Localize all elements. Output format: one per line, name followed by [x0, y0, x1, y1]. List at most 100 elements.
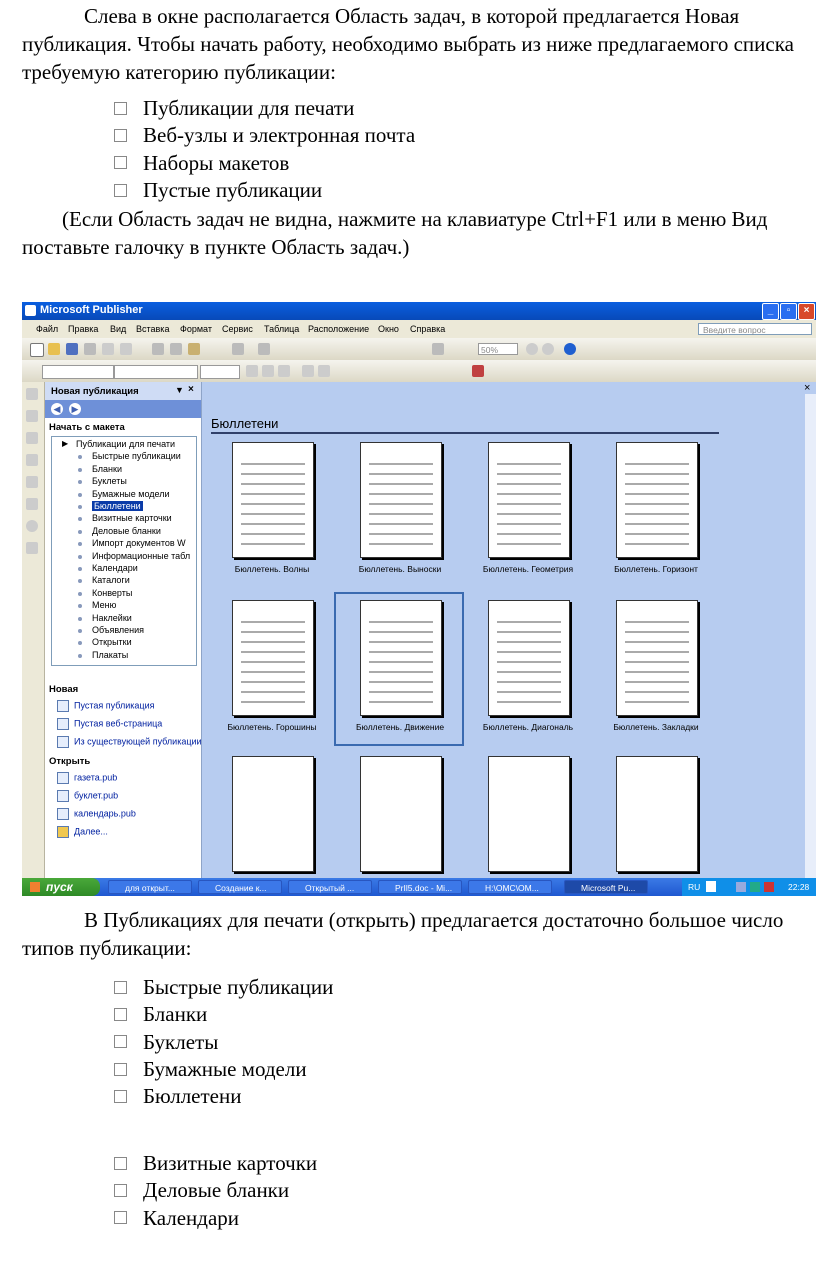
maximize-icon[interactable]: ▫ [780, 303, 797, 320]
rectangle-icon[interactable] [26, 542, 38, 554]
tree-item[interactable]: Быстрые публикации [52, 451, 192, 463]
dropdown-arrow-icon[interactable]: ▼ [175, 385, 184, 395]
tree-item[interactable]: ▶ Публикации для печати [52, 439, 192, 451]
template-thumbnail[interactable] [360, 756, 442, 872]
help-search-input[interactable]: Введите вопрос [698, 323, 812, 335]
template-thumbnail[interactable] [232, 756, 314, 872]
tree-item[interactable]: Каталоги [52, 575, 192, 587]
tray-icon[interactable] [764, 882, 774, 892]
align-center-icon[interactable] [318, 365, 330, 377]
template-thumbnail[interactable] [616, 442, 698, 558]
tree-item[interactable]: Буклеты [52, 476, 192, 488]
tray-icon[interactable] [750, 882, 760, 892]
print-icon[interactable] [84, 343, 96, 355]
zoom-out-icon[interactable] [526, 343, 538, 355]
copy-icon[interactable] [170, 343, 182, 355]
menu-file[interactable]: Файл [36, 324, 58, 334]
line-icon[interactable] [26, 498, 38, 510]
template-thumbnail[interactable] [232, 600, 314, 716]
cut-icon[interactable] [152, 343, 164, 355]
menu-window[interactable]: Окно [378, 324, 399, 334]
category-tree[interactable]: ▶ Публикации для печати Быстрые публикации… [51, 436, 197, 666]
save-icon[interactable] [66, 343, 78, 355]
back-icon[interactable]: ◀ [51, 403, 63, 415]
template-thumbnail[interactable] [488, 600, 570, 716]
menu-format[interactable]: Формат [180, 324, 212, 334]
font-select[interactable] [114, 365, 198, 379]
tree-item[interactable]: Визитные карточки [52, 513, 192, 525]
new-blank-web-page-link[interactable]: Пустая веб-страница [57, 718, 162, 730]
minimize-icon[interactable]: _ [762, 303, 779, 320]
tree-item[interactable]: Меню [52, 600, 192, 612]
menu-view[interactable]: Вид [110, 324, 126, 334]
close-icon[interactable]: × [188, 384, 194, 395]
bold-icon[interactable] [246, 365, 258, 377]
menu-edit[interactable]: Правка [68, 324, 98, 334]
font-color-icon[interactable] [472, 365, 484, 377]
select-icon[interactable] [26, 388, 38, 400]
new-from-existing-link[interactable]: Из существующей публикации... [57, 736, 209, 748]
taskbar-window-button[interactable]: Создание к... [198, 880, 282, 894]
text-box-icon[interactable] [26, 410, 38, 422]
taskbar-window-button[interactable]: H:\ОМС\ОМ... [468, 880, 552, 894]
template-thumbnail[interactable] [488, 442, 570, 558]
start-button[interactable]: пуск [22, 878, 100, 896]
help-icon[interactable] [706, 881, 716, 892]
tree-item[interactable]: Объявления [52, 625, 192, 637]
redo-icon[interactable] [258, 343, 270, 355]
taskbar-window-button[interactable]: Microsoft Pu... [564, 880, 648, 894]
open-file-link[interactable]: календарь.pub [57, 808, 136, 820]
template-thumbnail[interactable] [616, 600, 698, 716]
menu-table[interactable]: Таблица [264, 324, 299, 334]
taskbar-window-button[interactable]: для открыт... [108, 880, 192, 894]
open-icon[interactable] [48, 343, 60, 355]
align-left-icon[interactable] [302, 365, 314, 377]
columns-icon[interactable] [432, 343, 444, 355]
preview-icon[interactable] [102, 343, 114, 355]
oval-icon[interactable] [26, 520, 38, 532]
forward-icon[interactable]: ▶ [69, 403, 81, 415]
spell-icon[interactable] [120, 343, 132, 355]
italic-icon[interactable] [262, 365, 274, 377]
tree-item[interactable]: Информационные табл [52, 551, 192, 563]
new-blank-publication-link[interactable]: Пустая публикация [57, 700, 154, 712]
tree-item[interactable]: Импорт документов W [52, 538, 192, 550]
template-thumbnail[interactable] [360, 442, 442, 558]
zoom-in-icon[interactable] [542, 343, 554, 355]
taskbar-window-button[interactable]: PrIl5.doc - Mi... [378, 880, 462, 894]
tree-item[interactable]: Открытки [52, 637, 192, 649]
new-icon[interactable] [30, 343, 44, 357]
tree-item[interactable]: Бюллетени [52, 501, 192, 513]
close-icon[interactable]: × [798, 303, 815, 320]
help-icon[interactable] [564, 343, 576, 355]
template-thumbnail[interactable] [488, 756, 570, 872]
underline-icon[interactable] [278, 365, 290, 377]
taskbar-window-button[interactable]: Открытый ... [288, 880, 372, 894]
menu-tools[interactable]: Сервис [222, 324, 253, 334]
tree-item[interactable]: Плакаты [52, 650, 192, 662]
open-file-link[interactable]: газета.pub [57, 772, 117, 784]
size-select[interactable] [200, 365, 240, 379]
template-thumbnail[interactable] [616, 756, 698, 872]
tree-item[interactable]: Бумажные модели [52, 489, 192, 501]
tree-item[interactable]: Календари [52, 563, 192, 575]
picture-icon[interactable] [26, 476, 38, 488]
language-indicator[interactable]: RU [688, 882, 700, 892]
tray-icon[interactable] [736, 882, 746, 892]
menu-help[interactable]: Справка [410, 324, 445, 334]
style-select[interactable] [42, 365, 114, 379]
table-icon[interactable] [26, 432, 38, 444]
close-icon[interactable]: × [804, 382, 810, 394]
tree-item[interactable]: Деловые бланки [52, 526, 192, 538]
open-more-link[interactable]: Далее... [57, 826, 108, 838]
tree-item[interactable]: Бланки [52, 464, 192, 476]
template-thumbnail[interactable] [232, 442, 314, 558]
vertical-scrollbar[interactable] [805, 394, 816, 878]
undo-icon[interactable] [232, 343, 244, 355]
open-file-link[interactable]: буклет.pub [57, 790, 118, 802]
paste-icon[interactable] [188, 343, 200, 355]
menu-arrange[interactable]: Расположение [308, 324, 369, 334]
tree-item[interactable]: Конверты [52, 588, 192, 600]
wordart-icon[interactable] [26, 454, 38, 466]
tree-item[interactable]: Наклейки [52, 613, 192, 625]
